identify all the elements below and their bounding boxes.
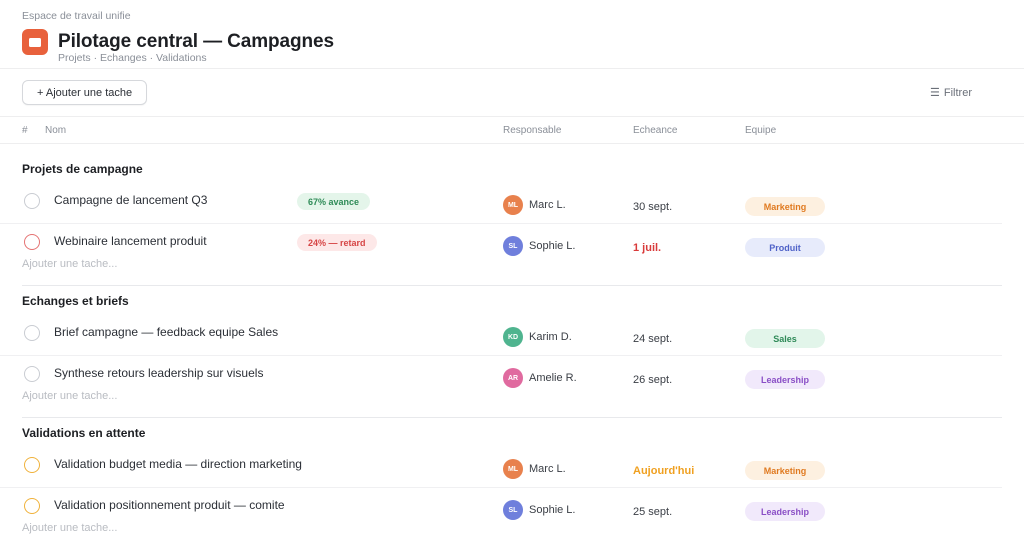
col-due[interactable]: Echeance (633, 125, 677, 136)
table-row[interactable]: Webinaire lancement produit 24% — retard S… (0, 224, 1002, 264)
filter-button[interactable]: ☰ Filtrer (930, 86, 972, 100)
task-checkbox[interactable] (24, 498, 40, 514)
team-tag[interactable]: Marketing (745, 197, 825, 216)
table-row[interactable]: Synthese retours leadership sur visuels A… (0, 356, 1002, 396)
table-row[interactable]: Validation positionnement produit — comi… (0, 488, 1002, 528)
progress-badge: 24% — retard (297, 234, 377, 251)
add-task-inline[interactable]: Ajouter une tache... (22, 390, 117, 402)
filter-label: Filtrer (943, 86, 972, 99)
col-num: # (22, 125, 28, 136)
section-title: Validations en attente (22, 426, 146, 440)
task-list: Projets de campagne Campagne de lancement… (0, 155, 1024, 548)
filter-icon: ☰ (930, 87, 940, 99)
team-tag[interactable]: Leadership (745, 502, 825, 521)
task-name[interactable]: Webinaire lancement produit (54, 234, 207, 248)
team-tag[interactable]: Produit (745, 238, 825, 257)
task-name[interactable]: Brief campagne — feedback equipe Sales (54, 325, 278, 339)
owner-name: Sophie L. (529, 240, 576, 252)
team-tag[interactable]: Marketing (745, 461, 825, 480)
section-divider (22, 417, 1002, 418)
task-checkbox[interactable] (24, 457, 40, 473)
due-date[interactable]: 25 sept. (633, 506, 672, 518)
team-tag[interactable]: Sales (745, 329, 825, 348)
owner-name: Amelie R. (529, 372, 577, 384)
col-name[interactable]: Nom (45, 125, 66, 136)
task-name[interactable]: Validation budget media — direction mark… (54, 457, 302, 471)
page-subtitle: Projets · Echanges · Validations (58, 52, 207, 64)
avatar: KD (503, 327, 523, 347)
section-title: Projets de campagne (22, 162, 143, 176)
due-date[interactable]: 26 sept. (633, 374, 672, 386)
due-date[interactable]: 1 juil. (633, 242, 661, 254)
task-name[interactable]: Validation positionnement produit — comi… (54, 498, 285, 512)
task-name[interactable]: Synthese retours leadership sur visuels (54, 366, 263, 380)
owner-name: Marc L. (529, 463, 566, 475)
avatar: ML (503, 195, 523, 215)
toolbar: + Ajouter une tache ☰ Filtrer (0, 69, 1024, 117)
section-title: Echanges et briefs (22, 294, 129, 308)
task-checkbox[interactable] (24, 193, 40, 209)
add-task-inline[interactable]: Ajouter une tache... (22, 522, 117, 534)
avatar: AR (503, 368, 523, 388)
table-row[interactable]: Brief campagne — feedback equipe Sales KD… (0, 315, 1002, 356)
table-row[interactable]: Campagne de lancement Q3 67% avance ML Marc… (0, 183, 1002, 224)
owner-name: Karim D. (529, 331, 572, 343)
page-header: Espace de travail unifie Pilotage centra… (0, 0, 1024, 69)
avatar: SL (503, 236, 523, 256)
due-date[interactable]: Aujourd'hui (633, 465, 694, 477)
column-header: # Nom Responsable Echeance Equipe (0, 117, 1024, 144)
workspace-label: Espace de travail unifie (22, 10, 131, 22)
due-date[interactable]: 30 sept. (633, 201, 672, 213)
page-title: Pilotage central — Campagnes (58, 31, 334, 52)
section-divider (22, 285, 1002, 286)
add-task-inline[interactable]: Ajouter une tache... (22, 258, 117, 270)
task-name[interactable]: Campagne de lancement Q3 (54, 193, 207, 207)
table-row[interactable]: Validation budget media — direction mark… (0, 447, 1002, 488)
due-date[interactable]: 24 sept. (633, 333, 672, 345)
task-checkbox[interactable] (24, 234, 40, 250)
board-icon (22, 29, 48, 55)
owner-name: Sophie L. (529, 504, 576, 516)
team-tag[interactable]: Leadership (745, 370, 825, 389)
task-checkbox[interactable] (24, 366, 40, 382)
avatar: ML (503, 459, 523, 479)
add-task-button[interactable]: + Ajouter une tache (22, 80, 148, 105)
col-team[interactable]: Equipe (745, 125, 776, 136)
task-checkbox[interactable] (24, 325, 40, 341)
progress-badge: 67% avance (297, 193, 371, 210)
avatar: SL (503, 500, 523, 520)
col-owner[interactable]: Responsable (503, 125, 561, 136)
owner-name: Marc L. (529, 199, 566, 211)
